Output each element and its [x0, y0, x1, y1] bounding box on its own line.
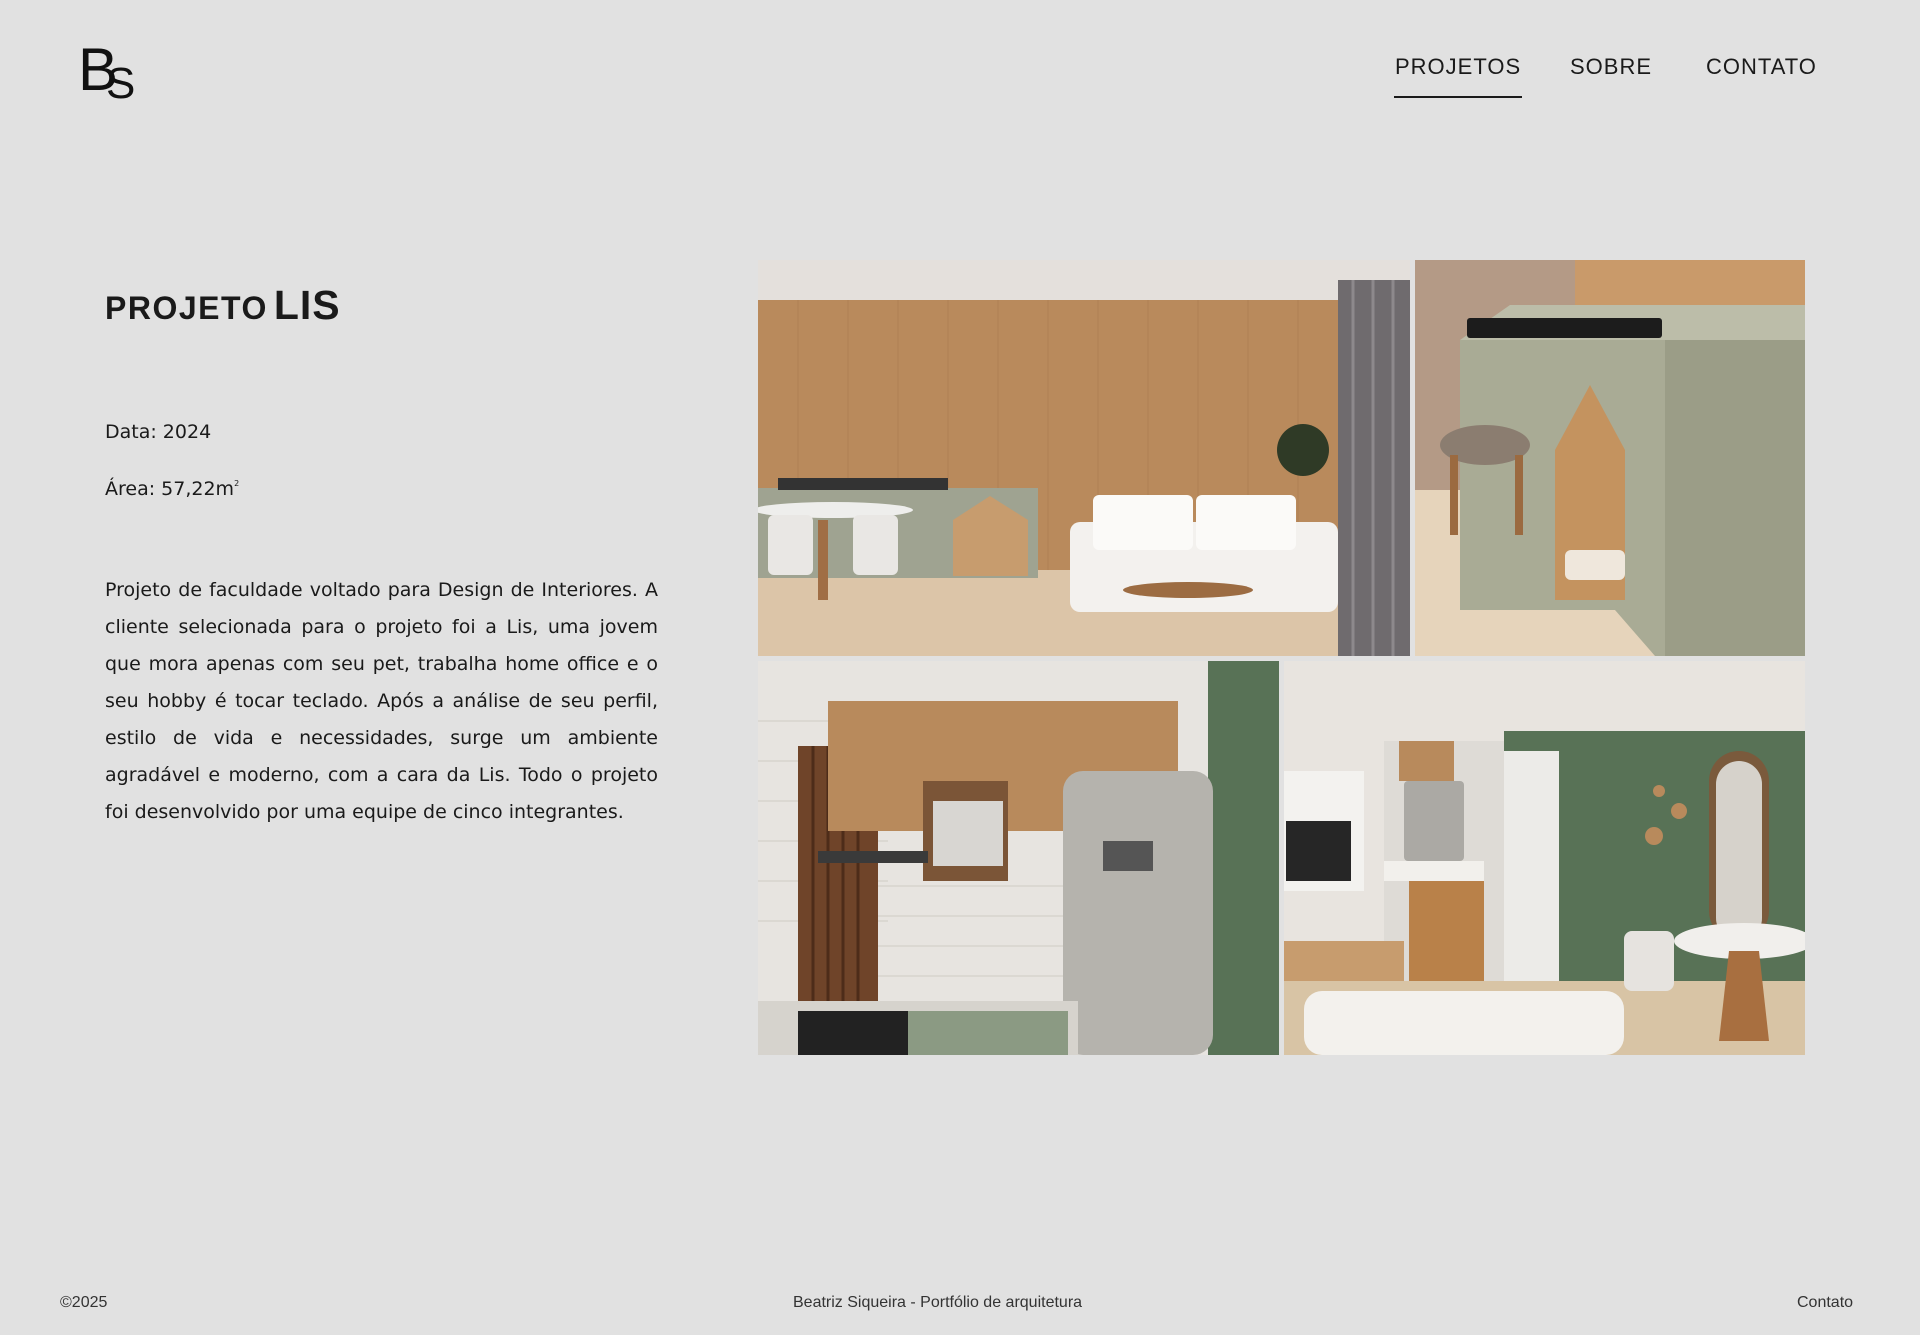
footer: ©2025 Beatriz Siqueira - Portfólio de ar… — [0, 1294, 1920, 1318]
gallery-image-kitchen[interactable] — [758, 661, 1279, 1055]
project-title: PROJETO LIS — [105, 282, 341, 329]
logo-mark: B S — [78, 36, 135, 108]
project-area-unit-sup: 2 — [234, 479, 240, 488]
project-description: Projeto de faculdade voltado para Design… — [105, 579, 658, 823]
main-nav: PROJETOS SOBRE CONTATO — [1380, 54, 1816, 98]
svg-text:S: S — [106, 59, 135, 102]
nav-contato[interactable]: CONTATO — [1706, 54, 1817, 98]
nav-projetos[interactable]: PROJETOS — [1393, 54, 1523, 98]
project-area: Área: 57,22m2 — [105, 478, 239, 500]
logo[interactable]: B S — [78, 36, 146, 108]
footer-credit: Beatriz Siqueira - Portfólio de arquitet… — [793, 1294, 1083, 1311]
gallery-image-living-room[interactable] — [758, 260, 1410, 656]
page: B S PROJETOS SOBRE CONTATO PROJETO LIS Da… — [0, 0, 1920, 1335]
project-gallery — [758, 260, 1805, 1055]
nav-sobre[interactable]: SOBRE — [1570, 54, 1652, 98]
gallery-image-pet-house[interactable] — [1415, 260, 1805, 656]
footer-contact-link[interactable]: Contato — [1797, 1294, 1853, 1312]
project-area-value: Área: 57,22m — [105, 478, 235, 500]
project-title-name: LIS — [273, 282, 341, 328]
gallery-image-living-dining[interactable] — [1284, 661, 1805, 1055]
project-date: Data: 2024 — [105, 421, 212, 443]
footer-copyright: ©2025 — [60, 1294, 108, 1311]
project-title-prefix: PROJETO — [105, 290, 268, 326]
